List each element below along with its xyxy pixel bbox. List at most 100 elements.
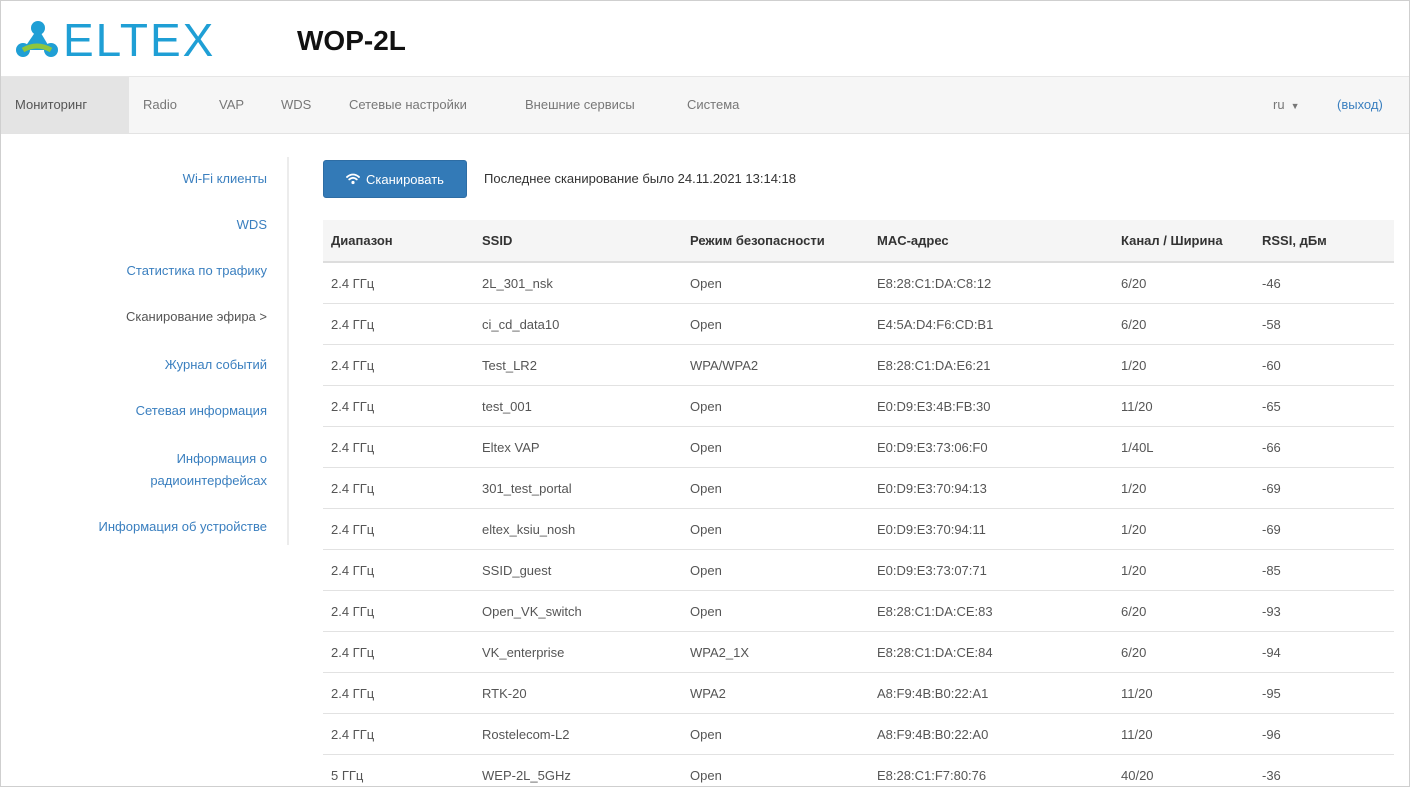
security-cell: Open: [682, 713, 869, 755]
mac-cell: E0:D9:E3:70:94:13: [869, 467, 1113, 509]
language-label: ru: [1273, 97, 1285, 112]
sidebar-item-network-info[interactable]: Сетевая информация: [136, 399, 267, 423]
rssi-cell: -96: [1254, 713, 1394, 755]
table-row: 2.4 ГГц 2L_301_nsk Open E8:28:C1:DA:C8:12 6/…: [323, 261, 1394, 304]
channel-cell: 11/20: [1113, 385, 1254, 427]
column-header-band[interactable]: Диапазон: [323, 220, 474, 263]
security-cell: Open: [682, 754, 869, 786]
nav-item-external-services[interactable]: Внешние сервисы: [511, 77, 649, 133]
nav-item-monitoring[interactable]: Мониторинг: [1, 77, 129, 133]
caret-down-icon: ▼: [1290, 101, 1300, 111]
channel-cell: 6/20: [1113, 261, 1254, 304]
scan-button[interactable]: Сканировать: [323, 160, 467, 198]
ssid-cell: VK_enterprise: [474, 631, 682, 673]
mac-cell: E0:D9:E3:73:06:F0: [869, 426, 1113, 468]
security-cell: Open: [682, 385, 869, 427]
nav-item-system[interactable]: Система: [673, 77, 753, 133]
rssi-cell: -94: [1254, 631, 1394, 673]
channel-cell: 6/20: [1113, 303, 1254, 345]
table-row: 2.4 ГГц ci_cd_data10 Open E4:5A:D4:F6:CD:B1…: [323, 303, 1394, 345]
security-cell: WPA/WPA2: [682, 344, 869, 386]
security-cell: Open: [682, 426, 869, 468]
band-cell: 2.4 ГГц: [323, 426, 474, 468]
security-cell: Open: [682, 303, 869, 345]
sidebar-item-wifi-clients[interactable]: Wi-Fi клиенты: [183, 167, 267, 191]
wifi-icon: [346, 173, 360, 185]
rssi-cell: -36: [1254, 754, 1394, 786]
column-header-rssi[interactable]: RSSI, дБм: [1254, 220, 1394, 263]
nav-item-wds[interactable]: WDS: [267, 77, 325, 133]
table-row: 2.4 ГГц VK_enterprise WPA2_1X E8:28:C1:DA:C…: [323, 631, 1394, 673]
band-cell: 2.4 ГГц: [323, 549, 474, 591]
ssid-cell: Test_LR2: [474, 344, 682, 386]
table-row: 2.4 ГГц Open_VK_switch Open E8:28:C1:DA:CE:…: [323, 590, 1394, 632]
channel-cell: 40/20: [1113, 754, 1254, 786]
ssid-cell: WEP-2L_5GHz: [474, 754, 682, 786]
security-cell: Open: [682, 261, 869, 304]
channel-cell: 6/20: [1113, 631, 1254, 673]
sidebar: Wi-Fi клиенты WDS Статистика по трафику …: [41, 157, 289, 545]
ssid-cell: Rostelecom-L2: [474, 713, 682, 755]
mac-cell: E0:D9:E3:73:07:71: [869, 549, 1113, 591]
nav-item-network-settings[interactable]: Сетевые настройки: [335, 77, 481, 133]
ssid-cell: eltex_ksiu_nosh: [474, 508, 682, 550]
table-row: 2.4 ГГц eltex_ksiu_nosh Open E0:D9:E3:70:94…: [323, 508, 1394, 550]
sidebar-item-radio-info-line1[interactable]: Информация о: [177, 447, 267, 471]
top-nav: Мониторинг Radio VAP WDS Сетевые настрой…: [1, 76, 1409, 134]
language-select[interactable]: ru ▼: [1273, 77, 1299, 133]
table-row: 2.4 ГГц 301_test_portal Open E0:D9:E3:70:94…: [323, 467, 1394, 509]
header: ELTEX WOP-2L: [1, 1, 1409, 75]
band-cell: 2.4 ГГц: [323, 590, 474, 632]
nav-item-radio[interactable]: Radio: [129, 77, 191, 133]
rssi-cell: -60: [1254, 344, 1394, 386]
table-row: 2.4 ГГц test_001 Open E0:D9:E3:4B:FB:30 11/2…: [323, 385, 1394, 427]
table-row: 2.4 ГГц Rostelecom-L2 Open A8:F9:4B:B0:22:A…: [323, 713, 1394, 755]
eltex-logo-icon: [16, 21, 58, 57]
security-cell: Open: [682, 467, 869, 509]
security-cell: Open: [682, 590, 869, 632]
table-row: 2.4 ГГц Eltex VAP Open E0:D9:E3:73:06:F0 1/4…: [323, 426, 1394, 468]
rssi-cell: -46: [1254, 261, 1394, 304]
band-cell: 2.4 ГГц: [323, 303, 474, 345]
band-cell: 2.4 ГГц: [323, 344, 474, 386]
ssid-cell: test_001: [474, 385, 682, 427]
band-cell: 2.4 ГГц: [323, 631, 474, 673]
ssid-cell: 301_test_portal: [474, 467, 682, 509]
page-title: WOP-2L: [297, 25, 406, 56]
mac-cell: E8:28:C1:DA:E6:21: [869, 344, 1113, 386]
ssid-cell: Eltex VAP: [474, 426, 682, 468]
sidebar-item-event-log[interactable]: Журнал событий: [165, 353, 267, 377]
nav-item-vap[interactable]: VAP: [205, 77, 258, 133]
rssi-cell: -66: [1254, 426, 1394, 468]
last-scan-text: Последнее сканирование было 24.11.2021 1…: [484, 171, 796, 186]
mac-cell: A8:F9:4B:B0:22:A0: [869, 713, 1113, 755]
sidebar-item-wds[interactable]: WDS: [237, 213, 267, 237]
logout-link[interactable]: (выход): [1337, 77, 1383, 133]
column-header-ssid[interactable]: SSID: [474, 220, 682, 263]
channel-cell: 1/40L: [1113, 426, 1254, 468]
rssi-cell: -69: [1254, 467, 1394, 509]
channel-cell: 1/20: [1113, 344, 1254, 386]
column-header-mac[interactable]: MAC-адрес: [869, 220, 1113, 263]
band-cell: 2.4 ГГц: [323, 467, 474, 509]
channel-cell: 1/20: [1113, 508, 1254, 550]
table-header-row: Диапазон SSID Режим безопасности MAC-адр…: [323, 220, 1394, 263]
mac-cell: E8:28:C1:DA:CE:83: [869, 590, 1113, 632]
sidebar-item-device-info[interactable]: Информация об устройстве: [99, 515, 267, 539]
sidebar-item-traffic-stats[interactable]: Статистика по трафику: [127, 259, 267, 283]
column-header-channel[interactable]: Канал / Ширина: [1113, 220, 1254, 263]
sidebar-item-air-scan[interactable]: Сканирование эфира >: [126, 305, 267, 329]
security-cell: WPA2_1X: [682, 631, 869, 673]
rssi-cell: -69: [1254, 508, 1394, 550]
table-row: 2.4 ГГц RTK-20 WPA2 A8:F9:4B:B0:22:A1 11/20-…: [323, 672, 1394, 714]
rssi-cell: -85: [1254, 549, 1394, 591]
mac-cell: E8:28:C1:F7:80:76: [869, 754, 1113, 786]
scan-button-label: Сканировать: [366, 171, 444, 187]
rssi-cell: -65: [1254, 385, 1394, 427]
security-cell: WPA2: [682, 672, 869, 714]
column-header-security[interactable]: Режим безопасности: [682, 220, 869, 263]
sidebar-item-radio-info-line2[interactable]: радиоинтерфейсах: [150, 469, 267, 493]
ssid-cell: SSID_guest: [474, 549, 682, 591]
channel-cell: 1/20: [1113, 467, 1254, 509]
ssid-cell: 2L_301_nsk: [474, 261, 682, 304]
